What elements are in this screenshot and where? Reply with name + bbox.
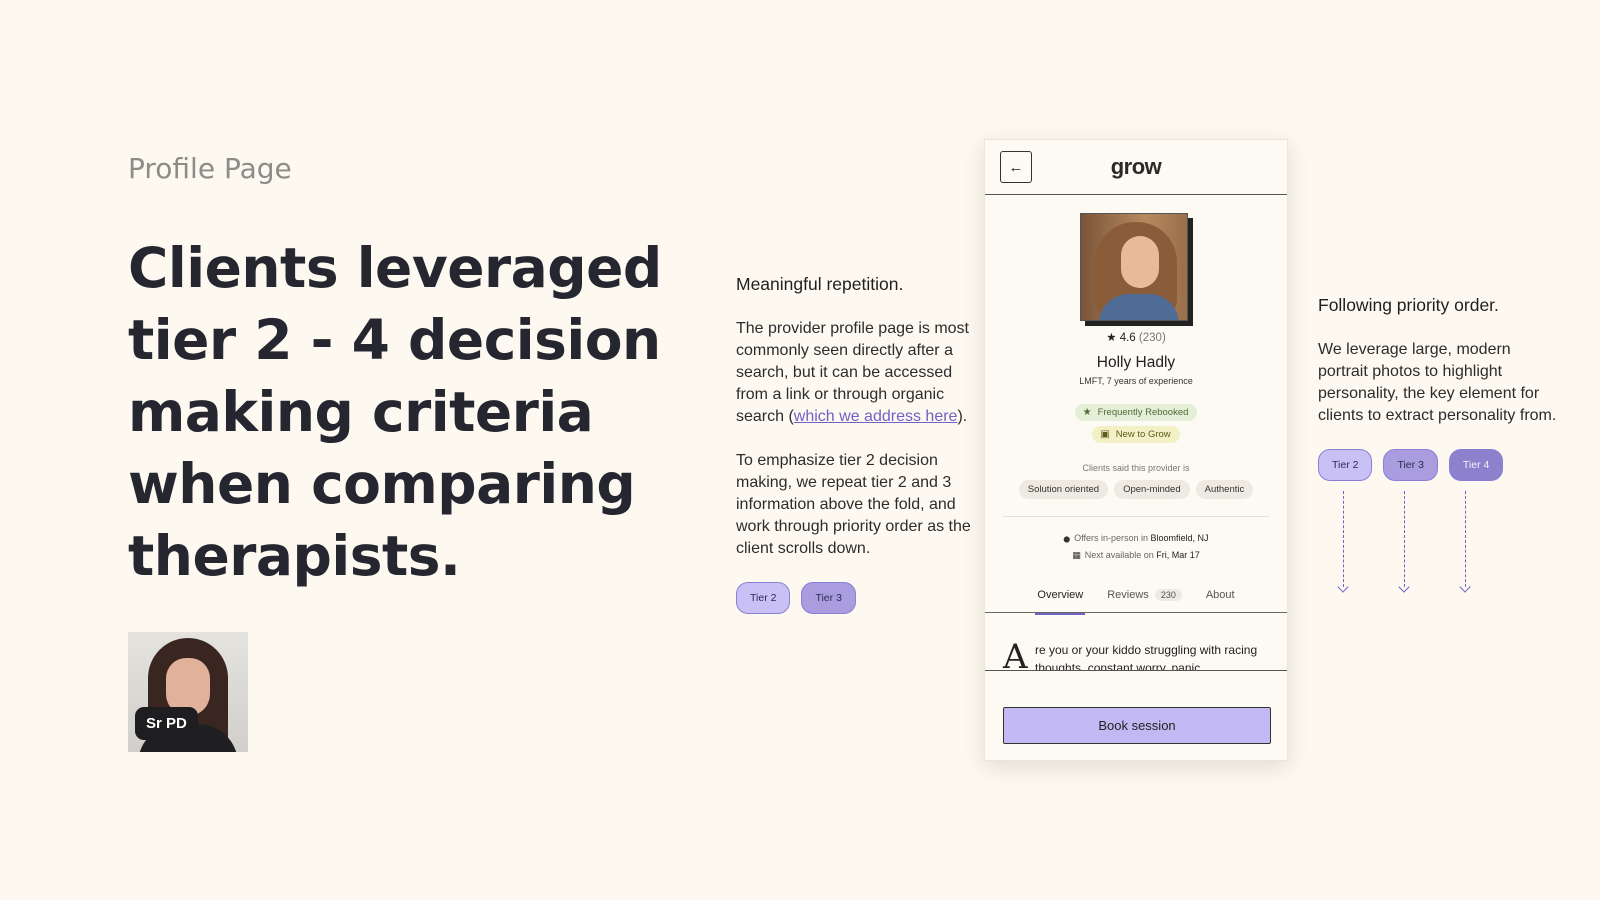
arrow-left-icon: ← — [1008, 158, 1024, 176]
repetition-section: Meaningful repetition. The provider prof… — [736, 273, 976, 614]
book-session-button[interactable]: Book session — [1003, 707, 1271, 744]
author-avatar: Sr PD — [128, 632, 248, 752]
bio-preview: A re you or your kiddo struggling with r… — [985, 613, 1287, 671]
tier-chips: Tier 2 Tier 3 — [736, 582, 976, 614]
tier-3-chip: Tier 3 — [801, 582, 856, 614]
tier-4-chip: Tier 4 — [1448, 449, 1504, 481]
priority-arrows — [1318, 491, 1563, 601]
location-pin-icon: ⬤ — [1063, 537, 1071, 543]
trait-chip: Authentic — [1195, 480, 1254, 499]
trait-chips: Solution oriented Open-minded Authentic — [985, 480, 1287, 499]
frequently-rebooked-badge: ★ Frequently Rebooked — [1074, 404, 1198, 421]
provider-name: Holly Hadly — [1096, 354, 1176, 371]
priority-heading: Following priority order. — [1318, 295, 1499, 315]
repetition-paragraph-1: The provider profile page is most common… — [736, 318, 976, 428]
rating-count: (230) — [1138, 332, 1166, 344]
tab-reviews-label: Reviews — [1107, 589, 1149, 601]
availability-prefix: Next available on — [1084, 550, 1154, 560]
priority-section: Following priority order. We leverage la… — [1318, 294, 1563, 601]
provider-portrait — [1079, 213, 1193, 326]
app-header: ← grow — [985, 140, 1287, 195]
reviews-count-badge: 230 — [1154, 589, 1182, 601]
availability-value: Fri, Mar 17 — [1156, 550, 1200, 560]
repetition-heading: Meaningful repetition. — [736, 274, 904, 294]
down-arrow-icon — [1404, 491, 1405, 587]
new-badge-icon: ▣ — [1100, 429, 1110, 440]
down-arrow-icon — [1343, 491, 1344, 587]
tab-reviews[interactable]: Reviews 230 — [1107, 589, 1182, 613]
tier-2-chip: Tier 2 — [1318, 449, 1373, 481]
provider-credentials: LMFT, 7 years of experience — [1079, 376, 1193, 386]
eyebrow: Profile Page — [128, 152, 292, 185]
new-to-grow-label: New to Grow — [1115, 429, 1171, 440]
provider-badges: ★ Frequently Rebooked ▣ New to Grow — [985, 404, 1287, 443]
grow-logo: grow — [1110, 154, 1162, 179]
repetition-paragraph-2: To emphasize tier 2 decision making, we … — [736, 452, 971, 557]
new-to-grow-badge: ▣ New to Grow — [1092, 426, 1180, 443]
location-prefix: Offers in-person in — [1074, 533, 1149, 543]
location-row: ⬤ Offers in-person in Bloomfield, NJ — [1063, 533, 1208, 543]
star-icon: ★ — [1106, 332, 1117, 344]
trait-chip: Open-minded — [1114, 480, 1190, 499]
profile-tabs: Overview Reviews 230 About — [985, 589, 1287, 615]
headline: Clients leveraged tier 2 - 4 decision ma… — [128, 236, 662, 588]
tab-overview[interactable]: Overview — [1035, 589, 1086, 615]
section-divider — [1003, 516, 1269, 517]
calendar-icon: ▦ — [1072, 550, 1081, 560]
location-value: Bloomfield, NJ — [1150, 533, 1209, 543]
portrait-face — [1120, 236, 1159, 288]
role-badge: Sr PD — [135, 707, 198, 740]
star-badge-icon: ★ — [1082, 407, 1092, 418]
portrait-image — [1079, 213, 1188, 321]
trait-chip: Solution oriented — [1018, 480, 1109, 499]
bio-drop-cap: A — [1003, 637, 1028, 671]
provider-meta: ⬤ Offers in-person in Bloomfield, NJ ▦ Nex… — [985, 533, 1287, 561]
priority-paragraph: We leverage large, modern portrait photo… — [1318, 341, 1557, 424]
address-here-link[interactable]: which we address here — [794, 408, 958, 425]
tier-3-chip: Tier 3 — [1383, 449, 1438, 481]
tab-about[interactable]: About — [1206, 589, 1235, 613]
provider-rating: ★ 4.6 (230) — [985, 330, 1287, 344]
bio-text: re you or your kiddo struggling with rac… — [1035, 643, 1258, 671]
traits-label: Clients said this provider is — [1082, 463, 1190, 473]
p1-end: ). — [957, 408, 968, 425]
phone-mockup: ← grow ★ 4.6 (230) Holly Hadly LMFT, 7 y… — [984, 139, 1288, 761]
tier-2-chip: Tier 2 — [736, 582, 791, 614]
down-arrow-icon — [1465, 491, 1466, 587]
frequently-rebooked-label: Frequently Rebooked — [1097, 407, 1189, 418]
availability-row: ▦ Next available on Fri, Mar 17 — [1072, 550, 1200, 561]
priority-tier-chips: Tier 2 Tier 3 Tier 4 — [1318, 449, 1563, 481]
rating-value: 4.6 — [1119, 332, 1136, 344]
back-button[interactable]: ← — [1000, 151, 1032, 183]
